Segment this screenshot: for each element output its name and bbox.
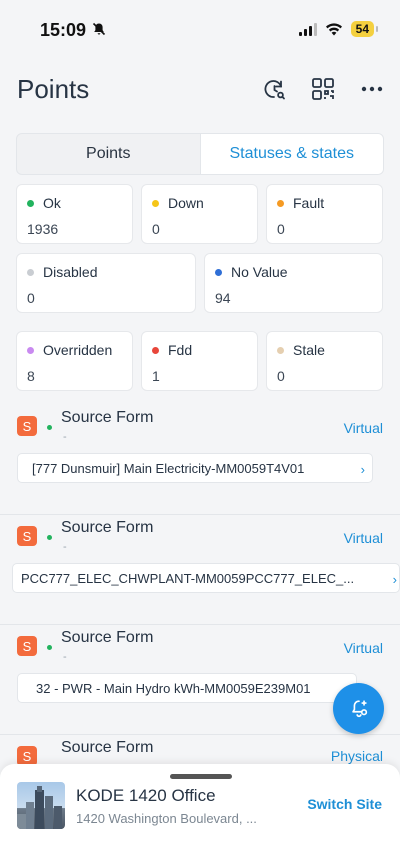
list-item[interactable]: S Source Form - Virtual [777 Dunsmuir] M… — [0, 405, 400, 515]
site-name: KODE 1420 Office — [76, 786, 216, 805]
status-card-fault[interactable]: Fault 0 — [266, 184, 383, 244]
online-dot-icon — [47, 645, 52, 650]
tab-points[interactable]: Points — [17, 134, 200, 174]
item-type-link[interactable]: Virtual — [344, 640, 383, 656]
point-chip[interactable]: [777 Dunsmuir] Main Electricity-MM0059T4… — [17, 453, 373, 483]
status-label: Stale — [277, 342, 325, 358]
stale-dot-icon — [277, 346, 284, 354]
item-subtitle: - — [63, 651, 67, 663]
point-name: 32 - PWR - Main Hydro kWh-MM0059E239M01 — [36, 680, 311, 696]
status-label-text: No Value — [231, 264, 288, 280]
qr-scan-icon[interactable] — [310, 76, 336, 102]
status-card-stale[interactable]: Stale 0 — [266, 331, 383, 391]
item-subtitle: - — [63, 431, 67, 443]
status-count: 0 — [27, 290, 35, 306]
status-label-text: Down — [168, 195, 204, 211]
status-count: 1 — [152, 368, 160, 384]
point-name: PCC777_ELEC_CHWPLANT-MM0059PCC777_ELEC_.… — [21, 570, 355, 586]
ok-dot-icon — [27, 199, 34, 207]
status-label-text: Overridden — [43, 342, 113, 358]
online-dot-icon — [47, 535, 52, 540]
item-title: Source Form — [61, 519, 154, 536]
point-chip[interactable]: 32 - PWR - Main Hydro kWh-MM0059E239M01 — [17, 673, 357, 703]
site-image — [17, 782, 65, 829]
fdd-dot-icon — [152, 346, 159, 354]
more-options-icon[interactable] — [359, 76, 385, 102]
status-card-down[interactable]: Down 0 — [141, 184, 258, 244]
source-badge: S — [17, 636, 37, 656]
item-title: Source Form — [61, 629, 154, 646]
status-label-text: Ok — [43, 195, 61, 211]
item-title: Source Form — [61, 739, 154, 756]
status-count: 8 — [27, 368, 35, 384]
status-card-disabled[interactable]: Disabled 0 — [16, 253, 196, 313]
chevron-right-icon: › — [392, 572, 397, 587]
item-type-link[interactable]: Virtual — [344, 530, 383, 546]
bell-muted-icon — [92, 22, 106, 36]
status-label: Fdd — [152, 342, 192, 358]
status-count: 94 — [215, 290, 231, 306]
status-label: Disabled — [27, 264, 97, 280]
source-badge: S — [17, 416, 37, 436]
status-label: Ok — [27, 195, 61, 211]
status-label: No Value — [215, 264, 288, 280]
battery-indicator: 54 — [350, 21, 379, 37]
status-bar: 15:09 54 — [0, 0, 400, 56]
site-address: 1420 Washington Boulevard, ... — [76, 811, 257, 826]
overridden-dot-icon — [27, 346, 34, 354]
status-card-ok[interactable]: Ok 1936 — [16, 184, 133, 244]
wifi-icon — [325, 22, 342, 35]
status-label-text: Fault — [293, 195, 325, 211]
notifications-fab[interactable] — [333, 683, 384, 734]
status-label-text: Fdd — [168, 342, 193, 358]
down-dot-icon — [152, 199, 159, 207]
disabled-dot-icon — [27, 268, 34, 276]
source-badge: S — [17, 526, 37, 546]
chevron-right-icon: › — [360, 462, 365, 477]
page-title: Points — [17, 74, 90, 104]
status-label-text: Disabled — [43, 264, 98, 280]
view-tabs: Points Statuses & states — [16, 133, 384, 175]
status-card-fdd[interactable]: Fdd 1 — [141, 331, 258, 391]
status-card-no-value[interactable]: No Value 94 — [204, 253, 383, 313]
bell-icon — [351, 699, 367, 717]
item-type-link[interactable]: Virtual — [344, 420, 383, 436]
tab-statuses-states[interactable]: Statuses & states — [199, 134, 383, 174]
status-count: 1936 — [27, 221, 59, 237]
fault-dot-icon — [277, 199, 284, 207]
item-title: Source Form — [61, 409, 154, 426]
point-chip[interactable]: PCC777_ELEC_CHWPLANT-MM0059PCC777_ELEC_.… — [12, 563, 400, 593]
signal-icon — [298, 22, 317, 36]
status-label: Overridden — [27, 342, 112, 358]
source-badge: S — [17, 746, 37, 766]
item-type-link[interactable]: Physical — [331, 748, 383, 764]
status-count: 0 — [277, 368, 285, 384]
online-dot-icon — [47, 425, 52, 430]
status-label-text: Stale — [293, 342, 325, 358]
status-time: 15:09 — [40, 20, 87, 40]
status-card-overridden[interactable]: Overridden 8 — [16, 331, 133, 391]
no-value-dot-icon — [215, 268, 222, 276]
list-item[interactable]: S Source Form - Virtual PCC777_ELEC_CHWP… — [0, 515, 400, 625]
refresh-search-icon[interactable] — [261, 76, 287, 102]
site-bottom-sheet[interactable]: KODE 1420 Office 1420 Washington Bouleva… — [0, 764, 400, 868]
sheet-drag-handle[interactable] — [170, 774, 232, 779]
status-count: 0 — [277, 221, 285, 237]
item-subtitle: - — [63, 541, 67, 553]
status-count: 0 — [152, 221, 160, 237]
status-label: Fault — [277, 195, 324, 211]
switch-site-button[interactable]: Switch Site — [307, 796, 382, 812]
point-name: [777 Dunsmuir] Main Electricity-MM0059T4… — [32, 460, 305, 476]
status-label: Down — [152, 195, 204, 211]
